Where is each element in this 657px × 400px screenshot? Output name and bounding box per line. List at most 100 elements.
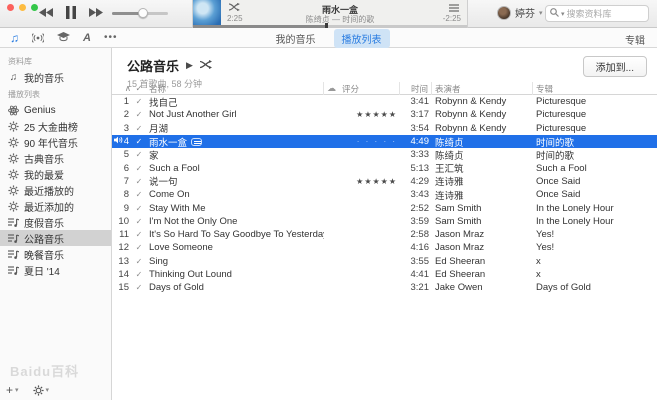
song-title-cell: I'm Not the Only One xyxy=(146,216,324,227)
smart-playlist-gear-icon xyxy=(8,201,19,212)
smart-playlist-gear-icon xyxy=(8,153,19,164)
song-album: Yes! xyxy=(533,242,657,253)
song-row[interactable]: 13 ✓ Sing 3:55 Ed Sheeran x xyxy=(112,255,657,268)
tab-playlists[interactable]: 播放列表 xyxy=(334,29,390,48)
song-title: Love Someone xyxy=(149,242,213,253)
song-artist: Sam Smith xyxy=(432,216,533,227)
song-number: 14 xyxy=(112,269,132,280)
song-checkbox[interactable]: ✓ xyxy=(132,257,146,266)
song-title-cell: 月湖 xyxy=(146,121,324,135)
sidebar-playlist-夏日 '14[interactable]: ♫ 夏日 '14 xyxy=(0,262,111,278)
sidebar-playlist-度假音乐[interactable]: ♫ 度假音乐 xyxy=(0,214,111,230)
song-artist: Robynn & Kendy xyxy=(432,109,533,120)
view-selector-albums[interactable]: 专辑 xyxy=(625,32,645,47)
song-rating[interactable]: ★★★★★ xyxy=(324,110,400,119)
song-artist: Jason Mraz xyxy=(432,229,533,240)
search-input[interactable] xyxy=(567,9,637,19)
song-checkbox[interactable]: ✓ xyxy=(132,177,146,186)
account-name: 婷芬 xyxy=(515,5,535,20)
song-title-cell: 雨水一盒 xyxy=(146,135,324,149)
search-scope-chevron-icon[interactable]: ▾ xyxy=(561,10,565,18)
smart-playlist-gear-icon xyxy=(8,137,19,148)
playlist-settings-button[interactable]: ▾ xyxy=(33,385,50,396)
song-row[interactable]: 11 ✓ It's So Hard To Say Goodbye To Yest… xyxy=(112,228,657,241)
song-time: 3:21 xyxy=(400,282,432,293)
song-rating[interactable]: · · · · · xyxy=(324,137,400,146)
song-title-cell: 说一句 xyxy=(146,174,324,188)
title-bar: 2:25 雨水一盒 陈绮贞 — 时间的歌 -2:25 婷芬 ▾ ▾ xyxy=(0,0,657,28)
song-time: 5:13 xyxy=(400,163,432,174)
sidebar-playlist-最近添加的[interactable]: ♫ 最近添加的 xyxy=(0,198,111,214)
song-checkbox[interactable]: ✓ xyxy=(132,164,146,173)
minimize-window-button[interactable] xyxy=(19,4,26,11)
previous-track-button[interactable] xyxy=(38,7,54,18)
song-row[interactable]: 4 ✓ 雨水一盒 · · · · · 4:49 陈绮贞 时间的歌 xyxy=(112,135,657,148)
sidebar-playlist-公路音乐[interactable]: ♫ 公路音乐 xyxy=(0,230,111,246)
volume-knob[interactable] xyxy=(138,8,148,18)
song-rating[interactable]: ★★★★★ xyxy=(324,177,400,186)
song-row[interactable]: 2 ✓ Not Just Another Girl ★★★★★ 3:17 Rob… xyxy=(112,108,657,121)
shuffle-playlist-icon[interactable] xyxy=(200,60,212,72)
add-playlist-button[interactable]: +▾ xyxy=(6,383,19,397)
volume-slider[interactable] xyxy=(112,12,168,15)
sidebar-playlist-Genius[interactable]: ♫ Genius xyxy=(0,102,111,118)
song-checkbox[interactable]: ✓ xyxy=(132,283,146,292)
speaker-icon xyxy=(114,136,123,147)
song-checkbox[interactable]: ✓ xyxy=(132,270,146,279)
song-row[interactable]: 10 ✓ I'm Not the Only One 3:59 Sam Smith… xyxy=(112,215,657,228)
song-checkbox[interactable]: ✓ xyxy=(132,190,146,199)
song-number: 11 xyxy=(112,229,132,240)
song-checkbox[interactable]: ✓ xyxy=(132,230,146,239)
next-track-button[interactable] xyxy=(88,7,104,18)
sidebar-playlist-90 年代音乐[interactable]: ♫ 90 年代音乐 xyxy=(0,134,111,150)
song-checkbox[interactable]: ✓ xyxy=(132,137,146,146)
playlist-icon: ♫ xyxy=(8,201,19,212)
song-checkbox[interactable]: ✓ xyxy=(132,124,146,133)
play-playlist-icon[interactable]: ▶ xyxy=(186,60,193,71)
song-row[interactable]: 7 ✓ 说一句 ★★★★★ 4:29 连诗雅 Once Said xyxy=(112,175,657,188)
song-title: Thinking Out Lound xyxy=(149,269,232,280)
song-checkbox[interactable]: ✓ xyxy=(132,150,146,159)
song-row[interactable]: 5 ✓ 家 3:33 陈绮贞 时间的歌 xyxy=(112,148,657,161)
song-album: Picturesque xyxy=(533,123,657,134)
song-checkbox[interactable]: ✓ xyxy=(132,204,146,213)
search-box[interactable]: ▾ xyxy=(545,5,649,22)
sidebar-item-我的音乐[interactable]: ♫ 我的音乐 xyxy=(0,69,111,85)
playlist-meta: 15 首歌曲, 58 分钟 xyxy=(127,77,657,90)
song-row[interactable]: 9 ✓ Stay With Me 2:52 Sam Smith In the L… xyxy=(112,201,657,214)
sidebar-item-label: 最近播放的 xyxy=(24,183,74,198)
playlist-icon: ♫ xyxy=(8,153,19,164)
pause-button[interactable] xyxy=(66,6,76,19)
song-row[interactable]: 1 ✓ 找自己 3:41 Robynn & Kendy Picturesque xyxy=(112,95,657,108)
watermark: Baidu百科 xyxy=(10,361,79,380)
playlist-lines-icon xyxy=(8,233,19,244)
song-row[interactable]: 3 ✓ 月湖 3:54 Robynn & Kendy Picturesque xyxy=(112,122,657,135)
song-time: 3:33 xyxy=(400,149,432,160)
close-window-button[interactable] xyxy=(7,4,14,11)
sidebar-playlist-晚餐音乐[interactable]: ♫ 晚餐音乐 xyxy=(0,246,111,262)
song-checkbox[interactable]: ✓ xyxy=(132,217,146,226)
zoom-window-button[interactable] xyxy=(31,4,38,11)
tab-my-music[interactable]: 我的音乐 xyxy=(268,29,324,48)
song-row[interactable]: 15 ✓ Days of Gold 3:21 Jake Owen Days of… xyxy=(112,281,657,294)
song-row[interactable]: 8 ✓ Come On 3:43 连诗雅 Once Said xyxy=(112,188,657,201)
volume-fill xyxy=(112,12,141,15)
sidebar-playlist-古典音乐[interactable]: ♫ 古典音乐 xyxy=(0,150,111,166)
song-checkbox[interactable]: ✓ xyxy=(132,243,146,252)
song-checkbox[interactable]: ✓ xyxy=(132,97,146,106)
playlist-icon: ♫ xyxy=(8,169,19,180)
account-menu[interactable]: 婷芬 ▾ xyxy=(497,5,543,20)
song-title: 家 xyxy=(149,148,159,162)
song-time: 4:29 xyxy=(400,176,432,187)
add-to-button[interactable]: 添加到... xyxy=(583,56,647,77)
now-playing-artist-album: 陈绮贞 — 时间的歌 xyxy=(253,14,427,25)
shuffle-icon[interactable] xyxy=(229,3,240,14)
sidebar-playlist-最近播放的[interactable]: ♫ 最近播放的 xyxy=(0,182,111,198)
song-title: 月湖 xyxy=(149,121,168,135)
song-row[interactable]: 14 ✓ Thinking Out Lound 4:41 Ed Sheeran … xyxy=(112,268,657,281)
song-row[interactable]: 6 ✓ Such a Fool 5:13 王汇筑 Such a Fool xyxy=(112,161,657,174)
song-checkbox[interactable]: ✓ xyxy=(132,110,146,119)
sidebar-playlist-我的最爱[interactable]: ♫ 我的最爱 xyxy=(0,166,111,182)
sidebar-playlist-25 大金曲榜[interactable]: ♫ 25 大金曲榜 xyxy=(0,118,111,134)
song-row[interactable]: 12 ✓ Love Someone 4:16 Jason Mraz Yes! xyxy=(112,241,657,254)
